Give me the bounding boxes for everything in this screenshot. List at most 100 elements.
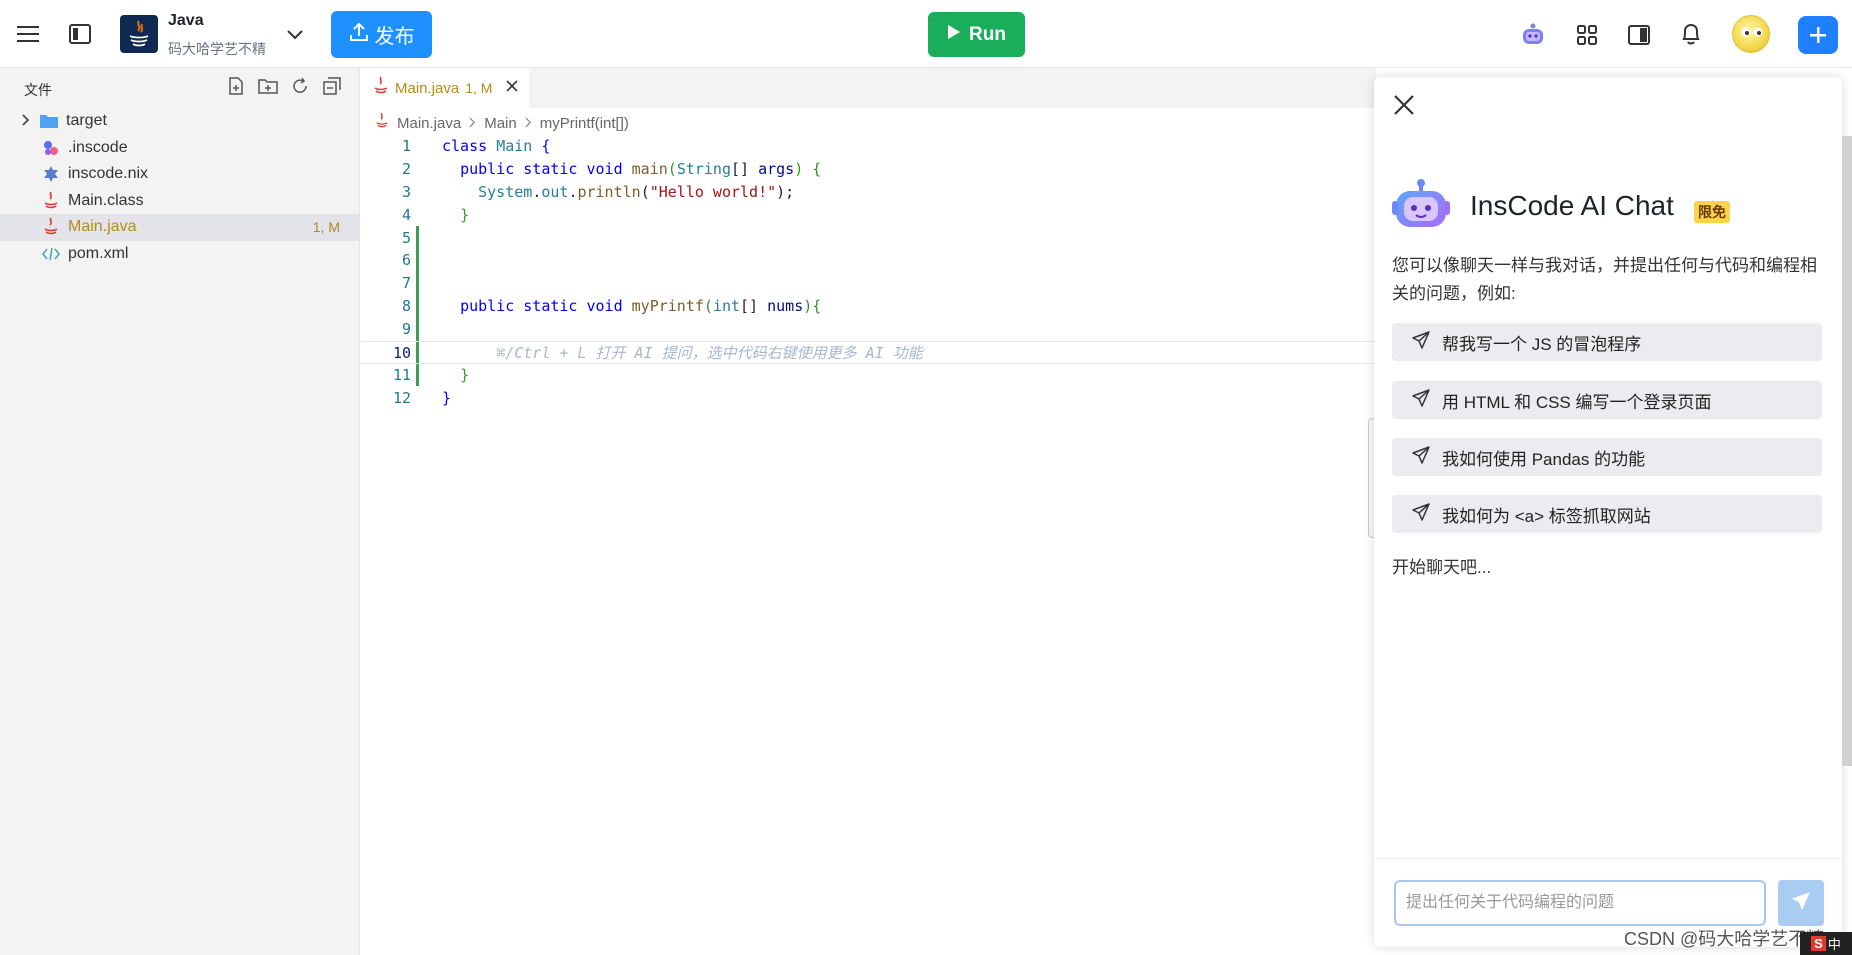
tree-item-label: inscode.nix (68, 165, 149, 183)
code-area[interactable]: 1 class Main { 2 public static void main(… (361, 135, 1376, 410)
project-owner: 码大哈学艺不精 (168, 41, 266, 57)
tree-item-pom-xml[interactable]: pom.xml (0, 241, 360, 268)
send-icon (1412, 502, 1430, 526)
modified-badge: 1, M (312, 219, 340, 236)
send-icon (1412, 330, 1430, 354)
ime-logo: S (1811, 936, 1826, 951)
send-icon (1412, 388, 1430, 412)
new-file-icon[interactable] (226, 76, 246, 96)
refresh-icon[interactable] (290, 76, 310, 96)
java-icon (373, 76, 389, 100)
bell-icon[interactable] (1676, 19, 1706, 49)
code-line: 3 System.out.println("Hello world!"); (401, 182, 795, 201)
suggestion-label: 帮我写一个 JS 的冒泡程序 (1442, 334, 1642, 354)
code-line: 9 (401, 320, 411, 339)
inscode-icon (40, 139, 62, 157)
tree-item-label: Main.java (68, 218, 137, 236)
file-explorer: 文件 target .inscode inscode.nix Main.clas… (0, 68, 360, 955)
code-line: 8 public static void myPrintf(int[] nums… (401, 297, 822, 316)
run-button[interactable]: Run (928, 12, 1025, 57)
ime-indicator[interactable]: S 中 (1800, 932, 1852, 955)
add-button[interactable] (1798, 16, 1838, 54)
suggestion-button[interactable]: 我如何使用 Pandas 的功能 (1392, 438, 1822, 476)
tree-item-label: pom.xml (68, 244, 129, 262)
plus-icon (1809, 18, 1827, 52)
nix-icon (40, 165, 62, 183)
breadcrumb: Main.java Main myPrintf(int[]) (375, 112, 629, 134)
publish-label: 发布 (374, 26, 415, 48)
code-line: 12} (392, 388, 452, 407)
tree-item-label: Main.class (68, 191, 144, 209)
java-icon (40, 217, 62, 237)
play-icon (947, 24, 961, 46)
tree-item-inscode[interactable]: .inscode (0, 135, 360, 162)
tree-item-main-java[interactable]: Main.java 1, M (0, 214, 360, 241)
suggestion-label: 用 HTML 和 CSS 编写一个登录页面 (1442, 392, 1712, 412)
upload-icon (349, 22, 369, 48)
code-line: 2 public static void main(String[] args)… (401, 159, 822, 178)
chat-input[interactable] (1394, 880, 1766, 926)
xml-icon (40, 247, 62, 261)
ime-label: 中 (1827, 937, 1841, 952)
chevron-right-icon (469, 115, 476, 132)
tab-badge: 1, M (465, 80, 493, 96)
chevron-right-icon (525, 115, 532, 132)
close-icon[interactable] (1392, 93, 1420, 121)
breadcrumb-item[interactable]: Main.java (397, 115, 461, 132)
breadcrumb-item[interactable]: Main (484, 115, 517, 132)
divider (1374, 858, 1842, 859)
tree-item-main-class[interactable]: Main.class (0, 188, 360, 215)
explorer-title: 文件 (24, 82, 52, 98)
code-line: 1 class Main { (401, 137, 551, 155)
send-button[interactable] (1778, 880, 1824, 926)
file-tree: target .inscode inscode.nix Main.class M… (0, 108, 360, 267)
code-line-current: 10 ⌘/Ctrl + L 打开 AI 提问，选中代码右键使用更多 AI 功能 (361, 341, 1376, 364)
chevron-down-icon[interactable] (284, 24, 306, 46)
project-name[interactable]: Java (168, 12, 204, 30)
code-line: 4 } (401, 205, 470, 224)
avatar[interactable] (1732, 15, 1770, 53)
tree-item-label: target (66, 112, 107, 130)
project-logo[interactable] (120, 15, 158, 53)
code-editor: Main.java 1, M Main.java Main myPrintf(i… (361, 68, 1376, 955)
grid-icon[interactable] (1572, 20, 1602, 50)
collapse-icon[interactable] (322, 76, 342, 96)
java-icon (40, 191, 62, 211)
code-line: 5 (401, 228, 411, 247)
code-line: 7 (401, 274, 411, 293)
top-bar: Java 码大哈学艺不精 发布 Run (0, 0, 1852, 68)
panel-icon[interactable] (66, 20, 94, 48)
new-folder-icon[interactable] (258, 76, 278, 96)
send-icon (1791, 891, 1811, 916)
chat-start-text: 开始聊天吧... (1392, 558, 1492, 577)
java-icon (375, 112, 389, 134)
code-line: 6 (401, 251, 411, 270)
tab-bar: Main.java 1, M (361, 68, 1376, 108)
send-icon (1412, 445, 1430, 469)
tab-label: Main.java (395, 79, 460, 97)
breadcrumb-item[interactable]: myPrintf(int[]) (540, 115, 629, 132)
watermark: CSDN @码大哈学艺不精 (1624, 929, 1825, 949)
suggestion-label: 我如何为 <a> 标签抓取网站 (1442, 506, 1651, 526)
tab-main-java[interactable]: Main.java 1, M (361, 68, 529, 108)
run-label: Run (969, 23, 1006, 45)
scrollbar[interactable] (1842, 136, 1852, 766)
publish-button[interactable]: 发布 (331, 11, 432, 58)
suggestion-button[interactable]: 用 HTML 和 CSS 编写一个登录页面 (1392, 381, 1822, 419)
free-tag-badge: 限免 (1694, 201, 1730, 223)
ai-bot-icon[interactable] (1518, 20, 1548, 50)
folder-icon (38, 113, 60, 129)
tree-item-label: .inscode (68, 138, 128, 156)
chevron-right-icon (22, 114, 38, 129)
suggestion-button[interactable]: 我如何为 <a> 标签抓取网站 (1392, 495, 1822, 533)
tree-item-target[interactable]: target (0, 108, 360, 135)
hamburger-icon[interactable] (14, 20, 42, 48)
close-icon[interactable] (506, 79, 519, 97)
ai-bot-icon (1392, 177, 1450, 229)
layout-icon[interactable] (1624, 20, 1654, 50)
suggestion-button[interactable]: 帮我写一个 JS 的冒泡程序 (1392, 323, 1822, 361)
chat-intro: 您可以像聊天一样与我对话，并提出任何与代码和编程相关的问题，例如: (1392, 256, 1817, 303)
tree-item-inscode-nix[interactable]: inscode.nix (0, 161, 360, 188)
ai-hint: ⌘/Ctrl + L 打开 AI 提问，选中代码右键使用更多 AI 功能 (496, 344, 923, 363)
explorer-actions (226, 76, 342, 96)
